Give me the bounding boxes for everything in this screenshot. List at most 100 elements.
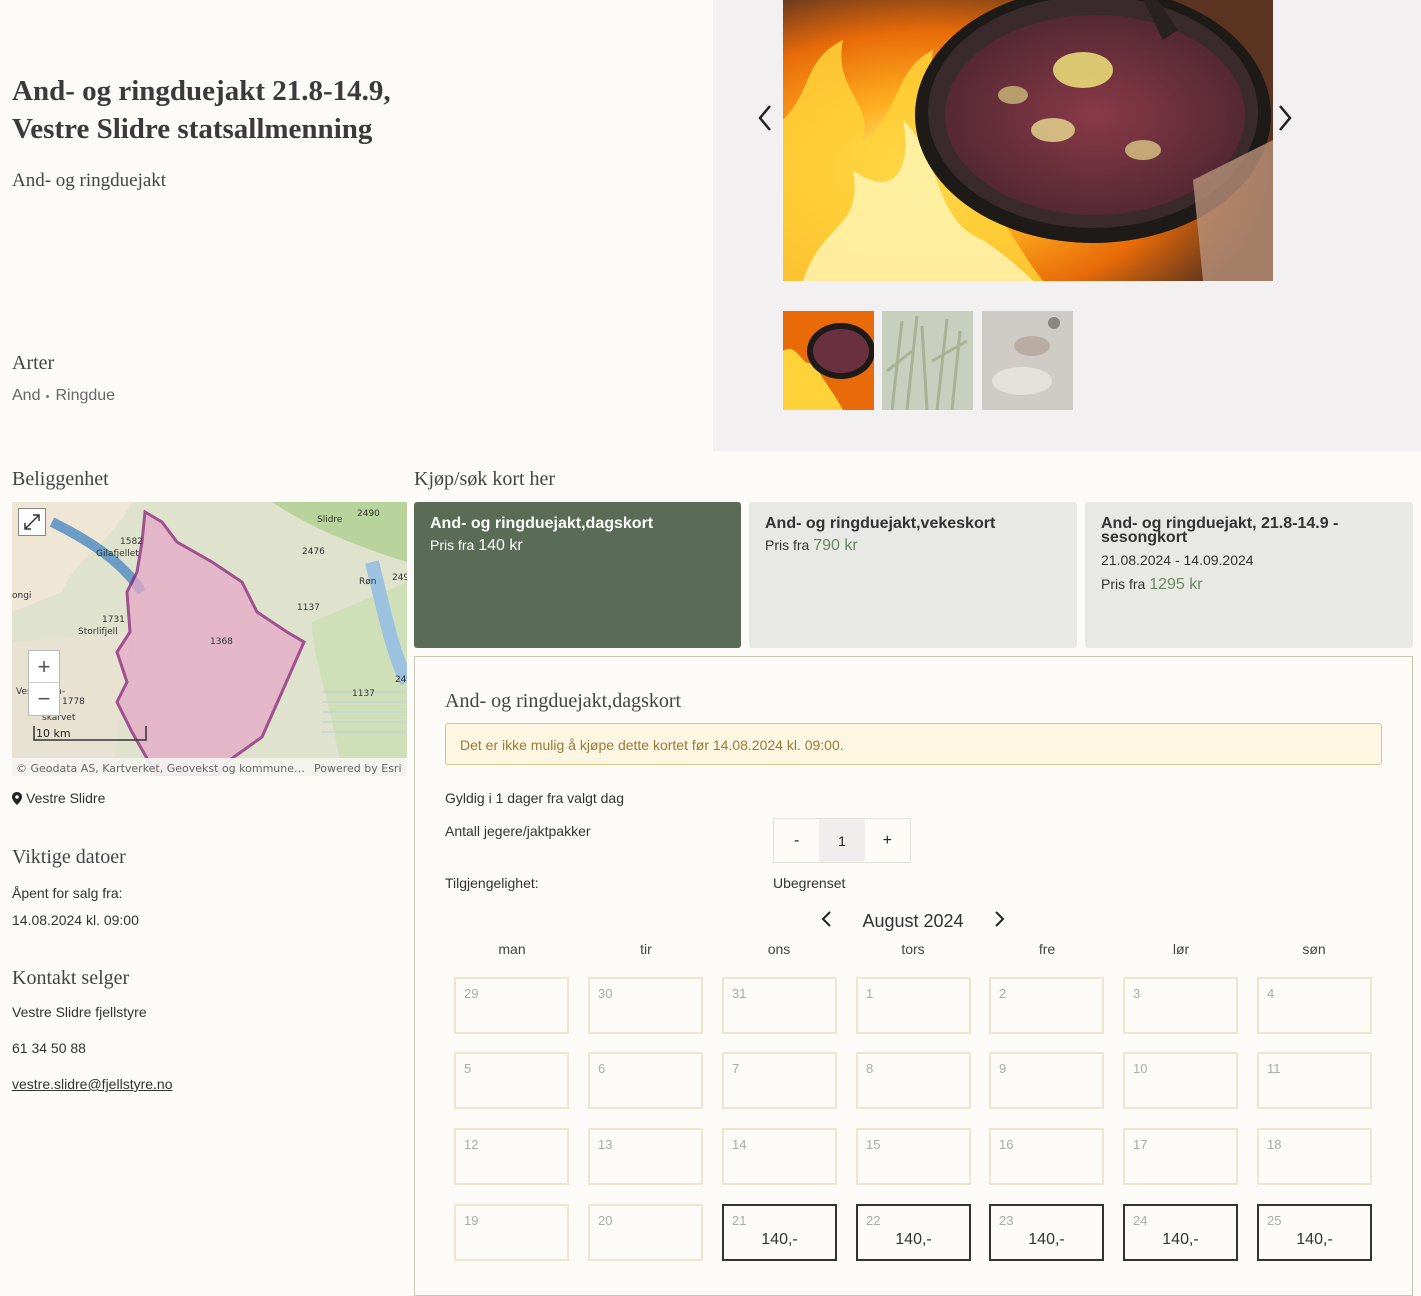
calendar-day: 19 xyxy=(454,1204,569,1261)
ticket-card-price: Pris fra 790 kr xyxy=(765,537,858,554)
calendar-day-number: 12 xyxy=(464,1137,479,1152)
species-item: And xyxy=(12,387,41,404)
calendar-day[interactable]: 23 140,- xyxy=(989,1204,1104,1261)
chevron-left-icon xyxy=(821,911,831,927)
contact-heading: Kontakt selger xyxy=(12,967,130,989)
calendar-day[interactable]: 21 140,- xyxy=(722,1204,837,1261)
title-line-1: And- og ringduejakt 21.8-14.9, xyxy=(12,75,391,107)
calendar-day-number: 1 xyxy=(866,986,874,1001)
calendar-day-number: 11 xyxy=(1267,1061,1281,1076)
contact-phone: 61 34 50 88 xyxy=(12,1040,86,1056)
map-zoom-in-button[interactable]: + xyxy=(29,651,59,683)
calendar-day: 12 xyxy=(454,1128,569,1185)
page-subtitle: And- og ringduejakt xyxy=(12,170,167,191)
calendar-day: 2 xyxy=(989,977,1104,1034)
gallery-next-button[interactable] xyxy=(1276,100,1294,140)
calendar-day: 17 xyxy=(1123,1128,1238,1185)
quantity-value[interactable]: 1 xyxy=(819,819,865,862)
map-zoom-control: + − xyxy=(28,650,60,716)
calendar-day: 20 xyxy=(588,1204,703,1261)
calendar-day-number: 17 xyxy=(1133,1137,1148,1152)
calendar-day-number: 2 xyxy=(999,986,1007,1001)
calendar-day-number: 31 xyxy=(732,986,747,1001)
calendar-day[interactable]: 25 140,- xyxy=(1257,1204,1372,1261)
prev-month-button[interactable] xyxy=(820,908,832,934)
ticket-card-day[interactable]: And- og ringduejakt,dagskort Pris fra 14… xyxy=(414,502,741,648)
purchase-notice: Det er ikke mulig å kjøpe dette kortet f… xyxy=(445,723,1382,765)
calendar-day-price: 140,- xyxy=(761,1231,798,1248)
contact-email-link[interactable]: vestre.slidre@fjellstyre.no xyxy=(12,1076,173,1092)
sale-open-label: Åpent for salg fra: xyxy=(12,885,123,901)
calendar-day-number: 14 xyxy=(732,1137,747,1152)
map-powered-by: Powered by Esri xyxy=(314,762,402,775)
calendar-day-price: 140,- xyxy=(1296,1231,1333,1248)
increment-button[interactable]: + xyxy=(865,819,910,862)
map-label: 1731 xyxy=(102,615,125,625)
chevron-right-icon xyxy=(995,911,1005,927)
species-item: Ringdue xyxy=(55,387,116,404)
quantity-stepper: - 1 + xyxy=(773,818,911,863)
calendar-day-number: 21 xyxy=(732,1213,747,1228)
calendar-day-price: 140,- xyxy=(1162,1231,1199,1248)
gallery-thumbnail[interactable] xyxy=(882,311,973,410)
location-map[interactable]: Slidre 2490 Gilafjellet 2476 Røn 249 158… xyxy=(12,502,407,776)
location-name: Vestre Slidre xyxy=(26,790,106,806)
calendar-day-number: 10 xyxy=(1133,1061,1148,1076)
calendar-day: 3 xyxy=(1123,977,1238,1034)
weekday-label: man xyxy=(498,941,526,957)
calendar-day-number: 8 xyxy=(866,1061,874,1076)
calendar-day: 7 xyxy=(722,1052,837,1109)
location-label: Vestre Slidre xyxy=(12,790,105,806)
calendar-day: 6 xyxy=(588,1052,703,1109)
calendar-day: 16 xyxy=(989,1128,1104,1185)
location-heading: Beliggenhet xyxy=(12,468,109,490)
ticket-price-value: 140 kr xyxy=(478,537,523,554)
map-label: 24 xyxy=(395,675,407,685)
calendar-day-price: 140,- xyxy=(1028,1231,1065,1248)
title-line-2: Vestre Slidre statsallmenning xyxy=(12,113,373,145)
map-zoom-out-button[interactable]: − xyxy=(29,683,59,715)
calendar-day-number: 7 xyxy=(732,1061,740,1076)
chevron-left-icon xyxy=(758,105,771,131)
ticket-card-week[interactable]: And- og ringduejakt,vekeskort Pris fra 7… xyxy=(749,502,1077,648)
map-label: 1368 xyxy=(210,637,233,647)
separator-dot xyxy=(46,394,50,398)
next-month-button[interactable] xyxy=(994,908,1006,934)
calendar-day-price: 140,- xyxy=(895,1231,932,1248)
calendar-day-number: 30 xyxy=(598,986,613,1001)
buy-heading: Kjøp/søk kort her xyxy=(414,468,556,490)
gallery-thumbnail[interactable] xyxy=(982,311,1073,410)
calendar-day: 15 xyxy=(856,1128,971,1185)
map-label: 1778 xyxy=(62,697,85,707)
weekday-label: søn xyxy=(1302,941,1326,957)
map-attribution: © Geodata AS, Kartverket, Geovekst og ko… xyxy=(16,762,305,775)
map-label: 1137 xyxy=(297,603,320,613)
ticket-card-title: And- og ringduejakt,dagskort xyxy=(430,515,654,532)
calendar-day: 5 xyxy=(454,1052,569,1109)
decrement-button[interactable]: - xyxy=(774,819,819,862)
weekday-label: lør xyxy=(1172,941,1190,957)
weekday-label: tir xyxy=(640,941,652,957)
calendar-header: August 2024 xyxy=(820,908,1006,934)
ticket-card-title: And- og ringduejakt,vekeskort xyxy=(765,515,996,532)
map-pin-icon xyxy=(12,791,22,805)
calendar-day-number: 24 xyxy=(1133,1213,1148,1228)
calendar-day[interactable]: 24 140,- xyxy=(1123,1204,1238,1261)
map-fullscreen-button[interactable] xyxy=(18,508,46,536)
map-label: 2490 xyxy=(357,509,380,519)
ticket-card-season[interactable]: And- og ringduejakt, 21.8-14.9 - sesongk… xyxy=(1085,502,1413,648)
calendar-day: 10 xyxy=(1123,1052,1238,1109)
calendar-day-number: 6 xyxy=(598,1061,606,1076)
gallery-thumbnail[interactable] xyxy=(783,311,874,410)
availability-value: Ubegrenset xyxy=(773,875,846,891)
calendar-day: 4 xyxy=(1257,977,1372,1034)
weekday-label: tors xyxy=(901,941,925,957)
map-label: 1582 xyxy=(120,537,143,547)
gallery-prev-button[interactable] xyxy=(756,100,774,140)
calendar-day: 8 xyxy=(856,1052,971,1109)
calendar-day[interactable]: 22 140,- xyxy=(856,1204,971,1261)
species-heading: Arter xyxy=(12,352,55,374)
calendar-day: 14 xyxy=(722,1128,837,1185)
calendar-day-number: 29 xyxy=(464,986,479,1001)
hunters-label: Antall jegere/jaktpakker xyxy=(445,823,591,839)
